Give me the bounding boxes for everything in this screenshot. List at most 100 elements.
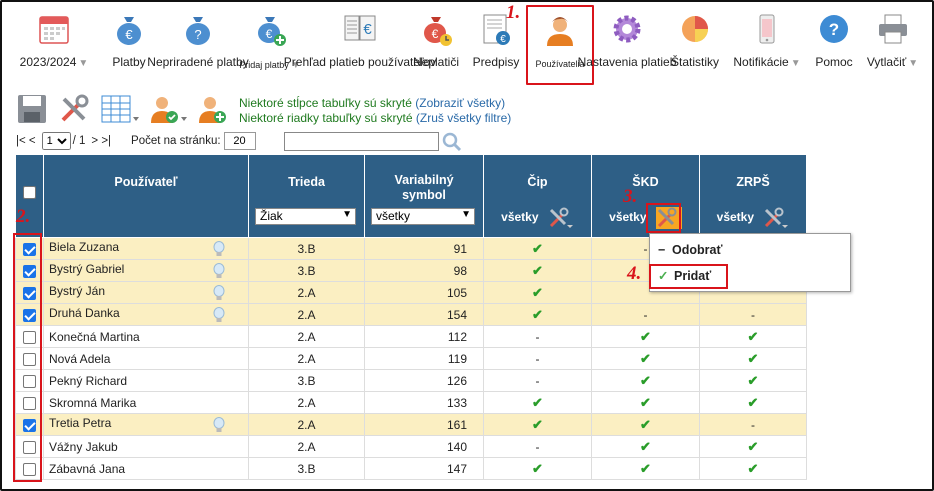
chip-cell[interactable]: - bbox=[483, 325, 592, 348]
zrps-cell[interactable]: ✔ bbox=[699, 325, 807, 348]
user-add-icon[interactable] bbox=[196, 93, 228, 125]
class-filter-select[interactable]: Žiak ▼ bbox=[255, 208, 356, 225]
tools-icon[interactable] bbox=[548, 207, 574, 229]
skd-filter-value[interactable]: všetky bbox=[609, 210, 646, 224]
chip-cell[interactable]: ✔ bbox=[483, 391, 592, 414]
class-cell: 3.B bbox=[248, 237, 365, 260]
skd-cell[interactable]: ✔ bbox=[591, 391, 700, 414]
user-name[interactable]: Bystrý Gabriel bbox=[49, 262, 124, 276]
menu-label: Pridaj platby bbox=[239, 60, 289, 70]
chip-cell[interactable]: ✔ bbox=[483, 303, 592, 326]
user-name[interactable]: Bystrý Ján bbox=[49, 284, 105, 298]
hidden-rows-note: Niektoré riadky tabuľky sú skryté bbox=[239, 111, 413, 125]
skd-cell[interactable]: ✔ bbox=[591, 435, 700, 458]
zrps-cell[interactable]: ✔ bbox=[699, 435, 807, 458]
table-row[interactable]: Tretia Petra 2.A 161 ✔ ✔ - bbox=[15, 413, 807, 436]
menu-users[interactable]: Používatelia bbox=[526, 5, 594, 85]
next-last-page-link[interactable]: > >| bbox=[91, 135, 111, 147]
money-bag-icon: € bbox=[117, 17, 141, 45]
chip-cell[interactable]: ✔ bbox=[483, 457, 592, 480]
chip-cell[interactable]: ✔ bbox=[483, 259, 592, 282]
lightbulb-icon[interactable] bbox=[213, 416, 225, 434]
user-name[interactable]: Nová Adela bbox=[49, 352, 110, 366]
page-select[interactable]: 1 bbox=[41, 132, 71, 150]
table-row[interactable]: Druhá Danka 2.A 154 ✔ - - bbox=[15, 303, 807, 326]
menu-school-year[interactable]: 2023/2024 ▼ bbox=[14, 8, 94, 84]
user-name[interactable]: Druhá Danka bbox=[49, 306, 120, 320]
menu-add-payments[interactable]: € Pridaj platby ▼ bbox=[239, 8, 301, 84]
user-name[interactable]: Konečná Martina bbox=[49, 330, 140, 344]
menu-help[interactable]: ? Pomoc bbox=[811, 8, 857, 84]
zrps-cell[interactable]: ✔ bbox=[699, 391, 807, 414]
menu-user-payments-overview[interactable]: € Prehľad platieb používateľov bbox=[284, 8, 436, 84]
header-chip[interactable]: Čip všetky bbox=[483, 154, 592, 238]
show-all-link[interactable]: (Zobraziť všetky) bbox=[415, 96, 505, 110]
select-all-checkbox[interactable] bbox=[23, 186, 36, 200]
zrps-cell[interactable]: ✔ bbox=[699, 347, 807, 370]
check-icon: ✔ bbox=[532, 262, 543, 278]
menu-unassigned-payments[interactable]: ? Nepriradené platby bbox=[147, 8, 249, 84]
user-name[interactable]: Pekný Richard bbox=[49, 374, 127, 388]
user-name-cell: Bystrý Ján bbox=[43, 281, 249, 304]
lightbulb-icon[interactable] bbox=[213, 284, 225, 302]
search-icon[interactable] bbox=[442, 132, 462, 152]
zrps-cell[interactable]: ✔ bbox=[699, 457, 807, 480]
user-name[interactable]: Skromná Marika bbox=[49, 396, 136, 410]
skd-cell[interactable]: ✔ bbox=[591, 347, 700, 370]
user-name[interactable]: Zábavná Jana bbox=[49, 462, 125, 476]
skd-cell[interactable]: ✔ bbox=[591, 413, 700, 436]
table-row[interactable]: Nová Adela 2.A 119 - ✔ ✔ bbox=[15, 347, 807, 370]
tools-icon[interactable] bbox=[763, 207, 789, 229]
zrps-cell[interactable]: - bbox=[699, 413, 807, 436]
first-prev-page-link[interactable]: |< < bbox=[16, 135, 36, 147]
table-row[interactable]: Pekný Richard 3.B 126 - ✔ ✔ bbox=[15, 369, 807, 392]
chip-cell[interactable]: - bbox=[483, 435, 592, 458]
menu-notifications[interactable]: Notifikácie ▼ bbox=[730, 8, 804, 84]
menu-payments[interactable]: € Platby bbox=[106, 8, 152, 84]
vs-cell: 105 bbox=[364, 281, 484, 304]
per-page-input[interactable] bbox=[223, 132, 256, 150]
chip-cell[interactable]: - bbox=[483, 347, 592, 370]
tools-icon[interactable] bbox=[58, 93, 90, 125]
table-row[interactable]: Skromná Marika 2.A 133 ✔ ✔ ✔ bbox=[15, 391, 807, 414]
user-name[interactable]: Vážny Jakub bbox=[49, 440, 118, 454]
table-row[interactable]: Vážny Jakub 2.A 140 - ✔ ✔ bbox=[15, 435, 807, 458]
chip-cell[interactable]: ✔ bbox=[483, 281, 592, 304]
skd-cell[interactable]: ✔ bbox=[591, 325, 700, 348]
lightbulb-icon[interactable] bbox=[213, 306, 225, 324]
vs-filter-select[interactable]: všetky ▼ bbox=[371, 208, 475, 225]
skd-cell[interactable]: ✔ bbox=[591, 457, 700, 480]
chip-filter-value[interactable]: všetky bbox=[501, 210, 538, 224]
user-check-icon[interactable] bbox=[148, 93, 188, 125]
menu-print[interactable]: Vytlačiť ▼ bbox=[866, 8, 919, 84]
cancel-filters-link[interactable]: (Zruš všetky filtre) bbox=[416, 111, 511, 125]
remove-option[interactable]: − Odobrať bbox=[658, 240, 722, 260]
user-name[interactable]: Biela Zuzana bbox=[49, 240, 119, 254]
skd-cell[interactable]: - bbox=[591, 303, 700, 326]
save-icon[interactable] bbox=[16, 93, 48, 125]
user-name-cell: Druhá Danka bbox=[43, 303, 249, 326]
menu-non-payers[interactable]: € Neplatiči bbox=[410, 8, 462, 84]
zrps-cell[interactable]: ✔ bbox=[699, 369, 807, 392]
user-name[interactable]: Tretia Petra bbox=[49, 416, 111, 430]
table-row[interactable]: Konečná Martina 2.A 112 - ✔ ✔ bbox=[15, 325, 807, 348]
columns-grid-icon[interactable] bbox=[100, 93, 140, 125]
menu-statistics[interactable]: Štatistiky bbox=[668, 8, 722, 84]
menu-payment-settings[interactable]: Nastavenia platieb bbox=[578, 8, 676, 84]
search-input[interactable] bbox=[284, 132, 439, 151]
menu-label: Neplatiči bbox=[412, 55, 460, 69]
header-variable-symbol[interactable]: Variabilný symbol všetky ▼ bbox=[364, 154, 484, 238]
check-icon: ✔ bbox=[532, 306, 543, 322]
lightbulb-icon[interactable] bbox=[213, 240, 225, 258]
zrps-filter-value[interactable]: všetky bbox=[717, 210, 754, 224]
header-user[interactable]: Používateľ bbox=[43, 154, 249, 238]
skd-cell[interactable]: ✔ bbox=[591, 369, 700, 392]
zrps-cell[interactable]: - bbox=[699, 303, 807, 326]
chip-cell[interactable]: - bbox=[483, 369, 592, 392]
header-class[interactable]: Trieda Žiak ▼ bbox=[248, 154, 365, 238]
lightbulb-icon[interactable] bbox=[213, 262, 225, 280]
chip-cell[interactable]: ✔ bbox=[483, 413, 592, 436]
header-zrps[interactable]: ZRPŠ všetky bbox=[699, 154, 807, 238]
chip-cell[interactable]: ✔ bbox=[483, 237, 592, 260]
table-row[interactable]: Zábavná Jana 3.B 147 ✔ ✔ ✔ bbox=[15, 457, 807, 480]
